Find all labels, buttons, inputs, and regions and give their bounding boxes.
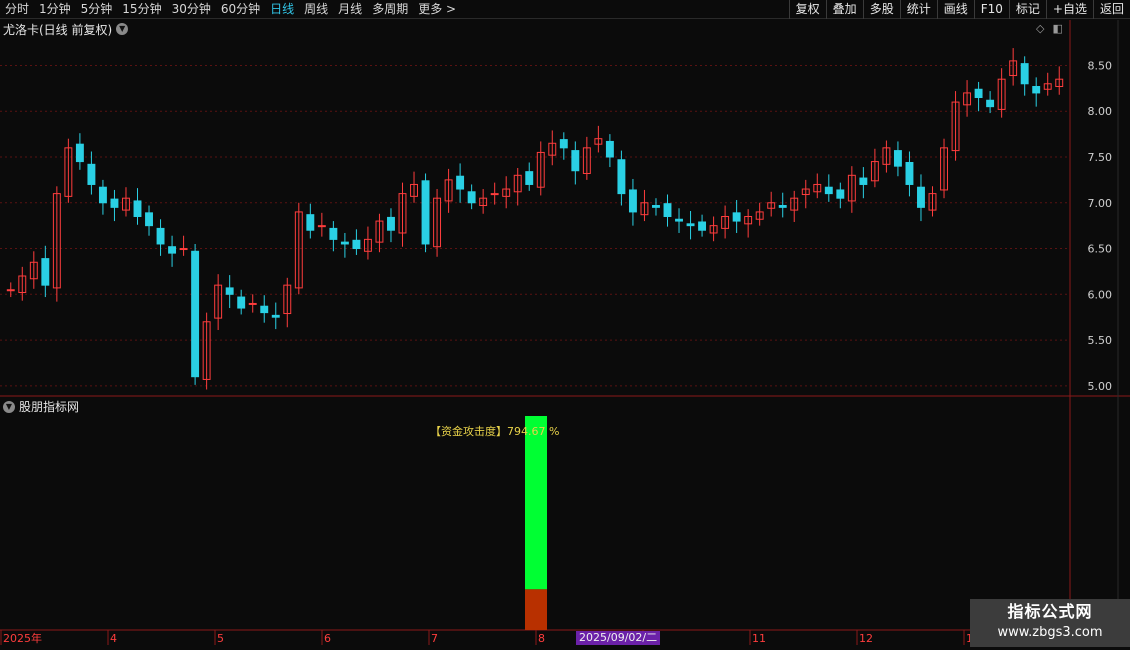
candle-body xyxy=(352,239,361,250)
candle-body xyxy=(905,161,914,185)
candle-body xyxy=(225,287,234,295)
candle-body xyxy=(525,171,534,185)
candle-body xyxy=(179,248,188,251)
price-tick-label: 8.00 xyxy=(1088,105,1113,118)
time-axis-label: 5 xyxy=(217,632,224,645)
price-tick-label: 8.50 xyxy=(1088,59,1113,72)
time-axis-label: 2025年 xyxy=(3,631,42,645)
candle-body xyxy=(145,212,153,227)
watermark-title: 指标公式网 xyxy=(1007,602,1093,621)
candle-body xyxy=(260,305,269,314)
candle-body xyxy=(75,143,84,163)
time-axis-label: 4 xyxy=(110,632,117,645)
price-tick-label: 5.00 xyxy=(1088,380,1113,393)
candle-body xyxy=(628,189,637,213)
time-axis-label: 7 xyxy=(431,632,438,645)
time-axis-label: 11 xyxy=(752,632,766,645)
indicator-value-label: 【资金攻击度】794.67 % xyxy=(430,425,560,438)
candle-body xyxy=(87,163,96,185)
candle-body xyxy=(663,203,672,218)
candle-body xyxy=(237,296,246,309)
candle-body xyxy=(248,302,257,305)
candle-body xyxy=(778,205,787,208)
candle-body xyxy=(340,241,349,245)
candle-body xyxy=(456,175,465,190)
sub-chart-header: ▼ 股朋指标网 xyxy=(3,398,79,415)
candle-body xyxy=(986,99,995,108)
candle-body xyxy=(98,186,107,204)
candle-body xyxy=(306,214,315,231)
candle-body xyxy=(387,216,395,231)
candle-body xyxy=(490,193,499,196)
indicator-name: 股朋指标网 xyxy=(19,400,80,414)
candle-body xyxy=(191,250,200,378)
candle-body xyxy=(41,258,50,286)
candle-body xyxy=(1020,63,1029,85)
candle-body xyxy=(974,88,983,98)
candle-body xyxy=(859,177,868,185)
chevron-down-icon[interactable]: ▼ xyxy=(3,400,15,413)
candle-body xyxy=(675,218,683,222)
candle-body xyxy=(824,186,833,195)
price-tick-label: 7.00 xyxy=(1088,197,1113,210)
candle-body xyxy=(133,200,142,217)
candle-body xyxy=(571,150,580,172)
chart-canvas[interactable]: 8.50 8.00 7.50 7.00 6.50 6.00 5.50 5.00 2025年 4 5 6… xyxy=(0,0,1130,650)
candle-body xyxy=(467,191,476,204)
candle-body xyxy=(168,246,177,254)
candle-body xyxy=(836,189,845,199)
candle-body xyxy=(893,150,902,167)
candle-body xyxy=(421,180,430,245)
candle-body xyxy=(271,314,280,318)
candle-body xyxy=(686,223,695,227)
candle-body xyxy=(329,227,338,240)
candle-body xyxy=(617,159,626,195)
site-watermark: 指标公式网 www.zbgs3.com xyxy=(970,599,1130,647)
attack-bar-red xyxy=(525,589,547,630)
candle-body xyxy=(317,225,326,228)
candle-body xyxy=(698,221,707,231)
candle-body xyxy=(605,140,614,158)
time-axis-label: 12 xyxy=(859,632,873,645)
candle-body xyxy=(1032,86,1041,94)
time-axis-label: 6 xyxy=(324,632,331,645)
time-axis-label: 8 xyxy=(538,632,545,645)
candle-body xyxy=(917,186,925,208)
candle-body xyxy=(559,139,568,149)
selected-date-badge: 2025/09/02/二 xyxy=(576,631,661,645)
price-tick-label: 7.50 xyxy=(1088,151,1113,164)
price-tick-label: 5.50 xyxy=(1088,334,1113,347)
attack-bar-green xyxy=(525,416,547,590)
candle-body xyxy=(652,205,660,208)
watermark-url: www.zbgs3.com xyxy=(997,625,1103,640)
candle-body xyxy=(6,289,15,292)
candle-body xyxy=(156,227,165,245)
price-tick-label: 6.50 xyxy=(1088,243,1113,256)
candle-body xyxy=(732,212,741,222)
candle-body xyxy=(110,198,119,208)
price-tick-label: 6.00 xyxy=(1088,288,1113,301)
